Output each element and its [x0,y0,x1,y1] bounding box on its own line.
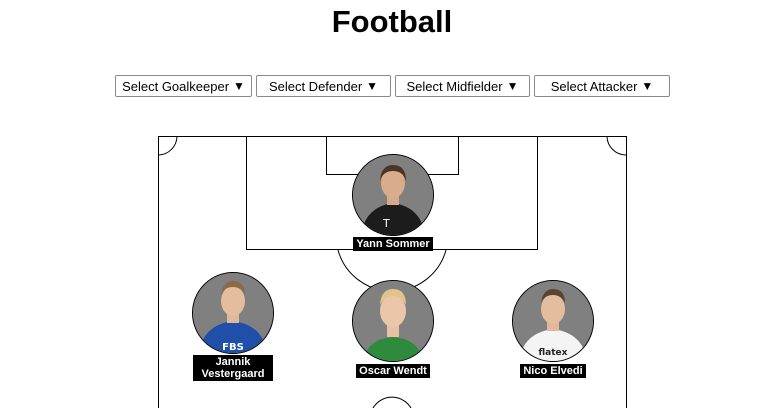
center-circle [372,396,412,408]
player-photo: flatex [513,281,593,361]
corner-arc-left [158,136,178,156]
avatar: FBS [192,272,274,354]
player-card-defender-center[interactable]: Oscar Wendt [352,280,434,378]
svg-text:T: T [382,217,390,230]
player-name-label: Oscar Wendt [356,364,430,378]
player-photo: FBS [193,273,273,353]
avatar [352,280,434,362]
player-card-defender-right[interactable]: flatex Nico Elvedi [512,280,594,378]
avatar: T [352,154,434,236]
avatar: flatex [512,280,594,362]
player-card-defender-left[interactable]: FBS Jannik Vestergaard [192,272,274,381]
player-name-label: Yann Sommer [353,237,433,251]
player-card-goalkeeper[interactable]: T Yann Sommer [352,154,434,251]
kit-sponsor-text: flatex [539,348,568,358]
corner-arc-right [606,136,627,156]
kit-sponsor-text: FBS [222,342,244,353]
player-name-label: Jannik Vestergaard [193,355,273,381]
player-name-label: Nico Elvedi [520,364,586,378]
player-photo: T [353,155,433,235]
player-photo [353,281,433,361]
